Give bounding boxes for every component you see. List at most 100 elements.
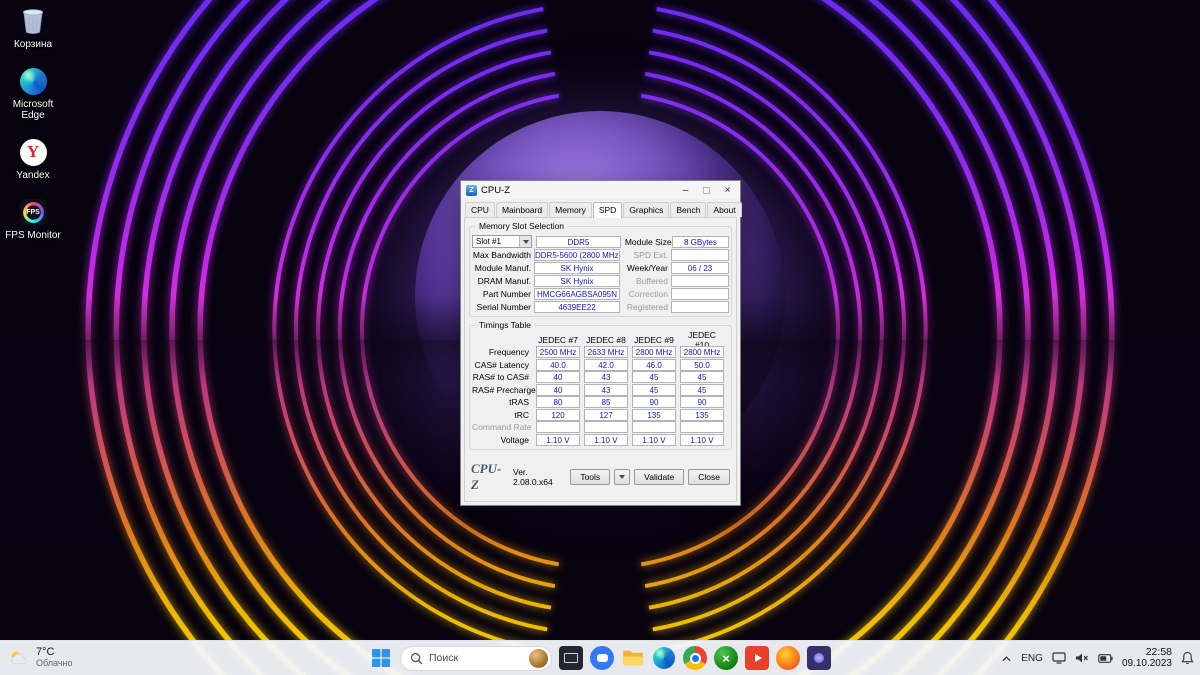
- xbox-icon[interactable]: ×: [714, 646, 738, 670]
- group-title: Memory Slot Selection: [476, 221, 568, 231]
- timing-cell: [536, 421, 580, 434]
- weather-widget[interactable]: 7°C Облачно: [8, 647, 72, 669]
- clock-date: 09.10.2023: [1121, 658, 1172, 669]
- tab-memory[interactable]: Memory: [549, 202, 592, 217]
- label-max-bandwidth: Max Bandwidth: [472, 249, 531, 260]
- recycle-bin-icon: [18, 6, 48, 36]
- slot-select[interactable]: Slot #1: [472, 235, 533, 248]
- tab-graphics[interactable]: Graphics: [623, 202, 670, 217]
- group-title: Timings Table: [476, 320, 534, 330]
- app-icon-violet[interactable]: [807, 646, 831, 670]
- timing-cell: 42.0: [584, 358, 628, 371]
- app-icon-dark[interactable]: [559, 646, 583, 670]
- timing-cell: 46.0: [632, 358, 676, 371]
- desktop-icons: Корзина Microsoft Edge Y Yandex FPS FPS …: [2, 6, 64, 241]
- app-icon-orange[interactable]: [776, 646, 800, 670]
- search-highlight-image: [529, 648, 548, 668]
- timing-cell: 2633 MHz: [584, 346, 628, 359]
- timing-cell: 45: [632, 383, 676, 396]
- tab-mainboard[interactable]: Mainboard: [495, 202, 549, 217]
- timing-cell: 43: [584, 383, 628, 396]
- row-label: RAS# to CAS#: [472, 372, 529, 383]
- desktop-icon-label: Корзина: [13, 39, 53, 50]
- row-label: Voltage: [500, 434, 529, 445]
- timing-cell: 80: [536, 396, 580, 409]
- field-part-number: HMCG66AGBSA095N: [534, 287, 620, 300]
- timing-cell: 45: [680, 371, 724, 384]
- weather-icon: [11, 651, 27, 664]
- taskbar-search[interactable]: Поиск: [400, 645, 552, 671]
- tab-about[interactable]: About: [707, 202, 742, 217]
- tools-dropdown-arrow[interactable]: [614, 469, 631, 485]
- close-window-button[interactable]: Close: [688, 469, 730, 485]
- label-correction: Correction: [628, 288, 668, 299]
- field-module-manuf: SK Hynix: [534, 261, 620, 274]
- edge-taskbar-icon[interactable]: [652, 646, 676, 670]
- label-registered: Registered: [626, 301, 668, 312]
- tab-cpu[interactable]: CPU: [465, 202, 495, 217]
- memory-slot-group: Memory Slot Selection Slot #1 DDR5 Modul…: [469, 221, 732, 317]
- cpuz-footer: CPU-Z Ver. 2.08.0.x64 Tools Validate Clo…: [467, 458, 734, 498]
- timing-cell: 90: [632, 396, 676, 409]
- clock-time: 22:58: [1145, 646, 1172, 658]
- timing-cell: 40.0: [536, 358, 580, 371]
- label-week-year: Week/Year: [626, 262, 668, 273]
- field-buffered: [671, 274, 729, 287]
- label-module-size: Module Size: [624, 236, 672, 247]
- desktop-icon-label: Microsoft Edge: [12, 99, 54, 121]
- chevron-down-icon[interactable]: [519, 236, 532, 247]
- tools-button[interactable]: Tools: [570, 469, 611, 485]
- tab-spd[interactable]: SPD: [592, 202, 623, 218]
- slot-select-value: Slot #1: [476, 237, 501, 246]
- chat-app-icon[interactable]: [590, 646, 614, 670]
- row-label: tRAS: [509, 397, 529, 408]
- desktop-icon-edge[interactable]: Microsoft Edge: [2, 66, 64, 121]
- taskbar-clock[interactable]: 22:58 09.10.2023: [1122, 646, 1172, 670]
- timing-cell: 135: [632, 408, 676, 421]
- timings-table-group: Timings Table JEDEC #7 JEDEC #8 JEDEC #9…: [469, 320, 732, 450]
- label-part-number: Part Number: [482, 288, 531, 299]
- app-icon-red[interactable]: [745, 646, 769, 670]
- field-serial-number: 4639EE22: [534, 300, 620, 313]
- timing-cell: [632, 421, 676, 434]
- timing-cell: 85: [584, 396, 628, 409]
- file-explorer-icon[interactable]: [621, 646, 645, 670]
- table-row: Voltage 1.10 V 1.10 V 1.10 V 1.10 V: [472, 433, 729, 447]
- table-row: RAS# Precharge 40 43 45 45: [472, 383, 729, 397]
- notification-bell-icon[interactable]: [1181, 651, 1194, 665]
- tab-bench[interactable]: Bench: [670, 202, 707, 217]
- cpuz-titlebar[interactable]: Z CPU-Z – ×: [461, 181, 740, 199]
- chrome-icon[interactable]: [683, 646, 707, 670]
- timing-cell: 2800 MHz: [632, 346, 676, 359]
- desktop: Корзина Microsoft Edge Y Yandex FPS FPS …: [0, 0, 1200, 675]
- hidden-icons-chevron[interactable]: [1001, 654, 1012, 663]
- display-icon[interactable]: [1052, 652, 1066, 664]
- field-week-year: 06 / 23: [671, 261, 729, 274]
- taskbar: 7°C Облачно Поиск × ENG 22:58 09.10.2023: [0, 640, 1200, 675]
- timing-cell: 1.10 V: [632, 433, 676, 446]
- start-button[interactable]: [369, 646, 393, 670]
- desktop-icon-fps-monitor[interactable]: FPS FPS Monitor: [2, 197, 64, 241]
- desktop-icon-recycle-bin[interactable]: Корзина: [2, 6, 64, 50]
- timing-cell: 45: [632, 371, 676, 384]
- timing-cell: 90: [680, 396, 724, 409]
- row-label: RAS# Precharge: [472, 384, 536, 395]
- label-serial-number: Serial Number: [476, 301, 531, 312]
- timing-cell: 1.10 V: [584, 433, 628, 446]
- window-title: CPU-Z: [481, 184, 511, 196]
- volume-icon[interactable]: [1075, 652, 1089, 664]
- desktop-icon-yandex[interactable]: Y Yandex: [2, 137, 64, 181]
- timing-cell: 135: [680, 408, 724, 421]
- validate-button[interactable]: Validate: [634, 469, 685, 485]
- language-indicator[interactable]: ENG: [1021, 653, 1043, 664]
- field-memory-type: DDR5: [536, 235, 621, 248]
- timing-cell: 127: [584, 408, 628, 421]
- column-header: JEDEC #7: [538, 335, 578, 345]
- close-button[interactable]: ×: [717, 183, 738, 198]
- timing-cell: 45: [680, 383, 724, 396]
- timing-cell: 1.10 V: [536, 433, 580, 446]
- column-header: JEDEC #8: [586, 335, 626, 345]
- battery-icon[interactable]: [1098, 653, 1113, 663]
- column-header: JEDEC #9: [634, 335, 674, 345]
- minimize-button[interactable]: –: [675, 183, 696, 198]
